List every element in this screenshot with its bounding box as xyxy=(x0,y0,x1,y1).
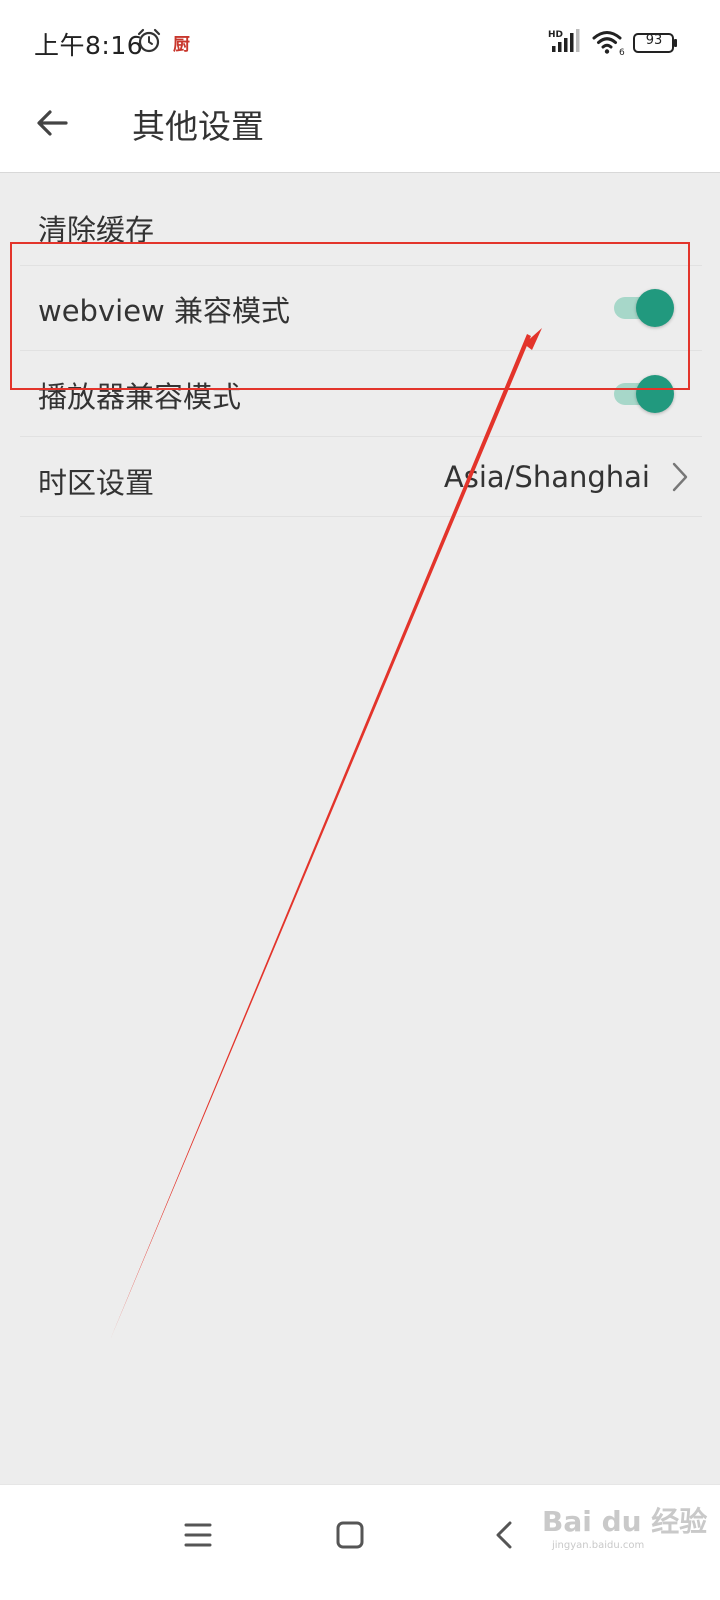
app-notification-icon: 厨 xyxy=(173,35,190,55)
title-bar: 其他设置 xyxy=(0,84,720,173)
setting-label: 时区设置 xyxy=(38,466,155,500)
page-title: 其他设置 xyxy=(132,107,264,146)
back-arrow-icon[interactable] xyxy=(28,98,78,148)
home-icon[interactable] xyxy=(322,1507,378,1563)
status-time: 上午8:16 xyxy=(34,31,144,60)
highlight-box xyxy=(10,242,690,390)
menu-icon[interactable] xyxy=(170,1507,226,1563)
watermark-logo: Bai du 经验 xyxy=(542,1505,708,1538)
chevron-right-icon xyxy=(672,462,688,492)
network-label: HD xyxy=(548,30,563,40)
settings-screen: 上午8:16 厨 HD 6 93 其他设置 清除缓存 webview 兼容模式 … xyxy=(0,0,720,1600)
cellular-signal-icon: HD xyxy=(548,29,580,52)
status-bar: 上午8:16 厨 HD 6 93 xyxy=(0,0,720,84)
alarm-clock-icon xyxy=(137,28,161,53)
timezone-value: Asia/Shanghai xyxy=(443,460,650,494)
watermark-site: jingyan.baidu.com xyxy=(552,1540,645,1551)
nav-back-icon[interactable] xyxy=(476,1507,532,1563)
battery-level: 93 xyxy=(645,33,663,48)
wifi-label: 6 xyxy=(619,48,625,56)
wifi-icon: 6 xyxy=(592,31,625,56)
setting-timezone[interactable]: 时区设置 Asia/Shanghai xyxy=(20,436,702,517)
